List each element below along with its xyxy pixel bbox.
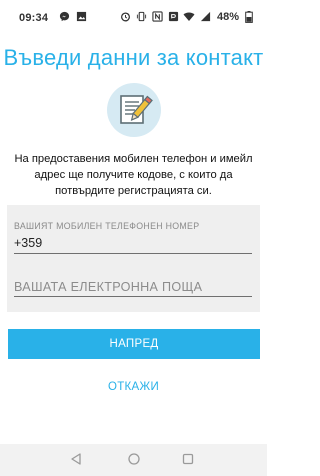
edit-document-icon xyxy=(107,83,161,137)
status-bar: 09:34 48% xyxy=(0,0,267,34)
signal-icon xyxy=(199,10,212,23)
phone-field-label: ВАШИЯТ МОБИЛЕН ТЕЛЕФОНЕН НОМЕР xyxy=(14,221,200,231)
data-icon xyxy=(167,10,180,23)
next-button[interactable]: НАПРЕД xyxy=(8,329,260,359)
image-icon xyxy=(75,10,88,23)
messenger-icon xyxy=(58,10,71,23)
page-title: Въведи данни за контакт xyxy=(3,45,264,70)
phone-input-underline xyxy=(14,253,252,254)
battery-percent: 48% xyxy=(216,10,239,23)
navigation-bar xyxy=(0,444,267,476)
battery-icon xyxy=(242,10,255,23)
email-input-underline xyxy=(14,296,252,297)
nfc-icon xyxy=(151,10,164,23)
vibrate-icon xyxy=(135,10,148,23)
status-time: 09:34 xyxy=(19,12,49,24)
phone-input[interactable]: +359 xyxy=(14,236,42,250)
recent-apps-icon[interactable] xyxy=(181,452,195,466)
email-input[interactable]: ВАШАТА ЕЛЕКТРОННА ПОЩА xyxy=(14,280,202,294)
back-icon[interactable] xyxy=(69,452,83,466)
wifi-icon xyxy=(183,10,196,23)
alarm-icon xyxy=(119,10,132,23)
home-icon[interactable] xyxy=(127,452,141,466)
info-text: На предоставения мобилен телефон и имейл… xyxy=(14,153,253,197)
cancel-link[interactable]: ОТКАЖИ xyxy=(0,381,267,393)
